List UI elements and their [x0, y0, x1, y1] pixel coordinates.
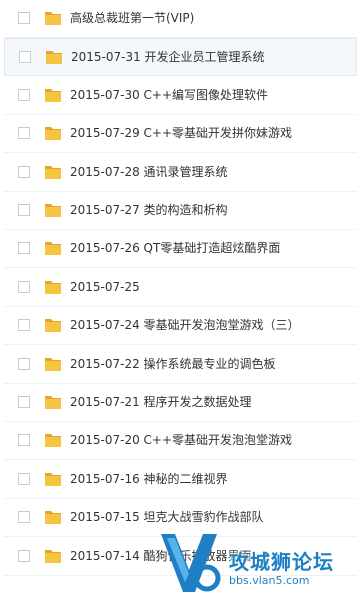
row-checkbox[interactable] [18, 434, 30, 447]
folder-name[interactable]: 2015-07-30 C++编写图像处理软件 [70, 87, 268, 103]
row-checkbox[interactable] [18, 357, 30, 370]
row-checkbox[interactable] [18, 204, 30, 216]
row-checkbox[interactable] [18, 12, 30, 24]
file-row[interactable]: 2015-07-27 类的构造和析构 [4, 192, 357, 230]
file-row[interactable]: 2015-07-29 C++零基础开发拼你妹游戏 [4, 115, 357, 154]
row-checkbox[interactable] [19, 51, 31, 64]
folder-icon [44, 201, 62, 218]
folder-icon [44, 163, 62, 180]
file-row[interactable]: 2015-07-20 C++零基础开发泡泡堂游戏 [4, 422, 357, 461]
watermark-logo [155, 524, 223, 599]
folder-icon [44, 278, 62, 295]
folder-name[interactable]: 2015-07-27 类的构造和析构 [70, 202, 228, 218]
folder-icon [44, 86, 62, 103]
folder-icon [45, 48, 63, 65]
folder-name[interactable]: 2015-07-21 程序开发之数据处理 [70, 394, 252, 410]
folder-name[interactable]: 2015-07-15 坦克大战雪豹作战部队 [70, 509, 264, 525]
folder-icon [44, 9, 62, 26]
row-checkbox[interactable] [18, 319, 30, 332]
file-row[interactable]: 2015-07-24 零基础开发泡泡堂游戏（三） [4, 307, 357, 346]
row-checkbox[interactable] [18, 242, 30, 255]
file-row[interactable]: 2015-07-26 QT零基础打造超炫酷界面 [4, 230, 357, 269]
file-row[interactable]: 2015-07-22 操作系统最专业的调色板 [4, 346, 357, 384]
file-row[interactable]: 高级总裁班第一节(VIP) [4, 0, 357, 38]
folder-name[interactable]: 2015-07-28 通讯录管理系统 [70, 164, 228, 180]
folder-name[interactable]: 2015-07-25 [70, 279, 140, 295]
folder-icon [44, 239, 62, 256]
folder-name[interactable]: 2015-07-26 QT零基础打造超炫酷界面 [70, 240, 280, 256]
row-checkbox[interactable] [18, 88, 30, 101]
file-row[interactable]: 2015-07-16 神秘的二维视界 [4, 461, 357, 499]
file-row[interactable]: 2015-07-21 程序开发之数据处理 [4, 384, 357, 422]
row-checkbox[interactable] [18, 127, 30, 140]
row-checkbox[interactable] [18, 396, 30, 408]
folder-name[interactable]: 2015-07-16 神秘的二维视界 [70, 471, 228, 487]
row-checkbox[interactable] [18, 472, 30, 485]
folder-name[interactable]: 2015-07-20 C++零基础开发泡泡堂游戏 [70, 432, 292, 448]
row-checkbox[interactable] [18, 549, 30, 562]
folder-icon [44, 547, 62, 564]
watermark: 攻城狮论坛 bbs.vlan5.com [155, 524, 361, 599]
folder-icon [44, 316, 62, 333]
file-row[interactable]: 2015-07-28 通讯录管理系统 [4, 154, 357, 192]
folder-name[interactable]: 2015-07-31 开发企业员工管理系统 [71, 49, 265, 65]
watermark-url: bbs.vlan5.com [229, 574, 310, 587]
watermark-title: 攻城狮论坛 [229, 550, 334, 574]
file-row[interactable]: 2015-07-30 C++编写图像处理软件 [4, 77, 357, 115]
folder-icon [44, 470, 62, 487]
folder-name[interactable]: 2015-07-24 零基础开发泡泡堂游戏（三） [70, 317, 300, 333]
folder-icon [44, 124, 62, 141]
folder-icon [44, 355, 62, 372]
file-list: 高级总裁班第一节(VIP) 2015-07-31 开发企业员工管理系统 2015-0… [0, 0, 361, 599]
folder-name[interactable]: 2015-07-22 操作系统最专业的调色板 [70, 356, 276, 372]
folder-icon [44, 508, 62, 525]
row-checkbox[interactable] [18, 511, 30, 524]
file-row[interactable]: 2015-07-31 开发企业员工管理系统 [4, 38, 357, 77]
row-checkbox[interactable] [18, 280, 30, 293]
folder-icon [44, 431, 62, 448]
folder-icon [44, 393, 62, 410]
row-checkbox[interactable] [18, 165, 30, 178]
folder-name[interactable]: 2015-07-29 C++零基础开发拼你妹游戏 [70, 125, 292, 141]
file-row[interactable]: 2015-07-25 [4, 269, 357, 307]
folder-name[interactable]: 高级总裁班第一节(VIP) [70, 10, 194, 26]
